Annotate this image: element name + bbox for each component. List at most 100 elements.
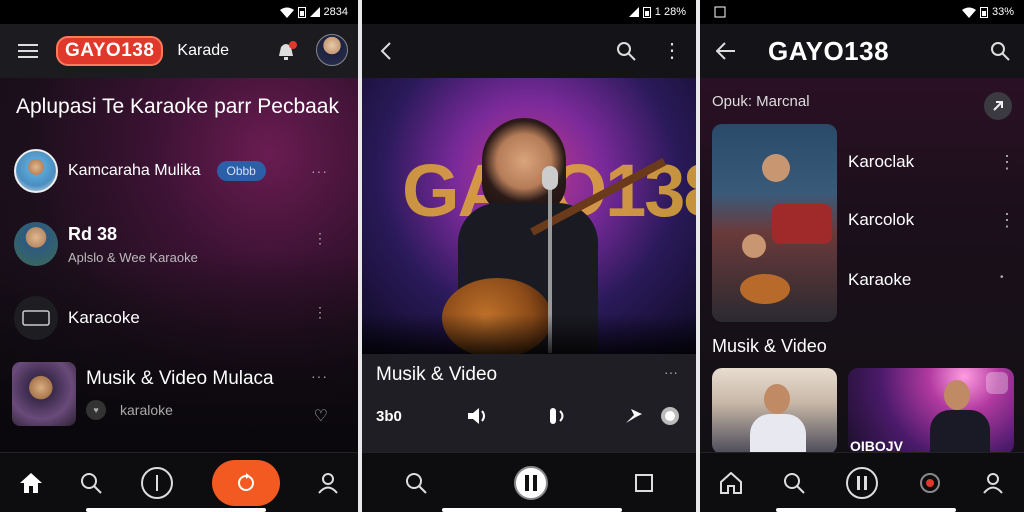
item-subtitle: karaloke — [120, 402, 173, 418]
list-item[interactable]: Musik & Video Mulaca ♥ karaloke ··· ♡ — [12, 362, 344, 426]
section-title: Opuk: Marcnal — [712, 93, 810, 110]
more-vert-icon[interactable]: ⋮ — [998, 152, 1016, 173]
refresh-icon — [237, 472, 254, 491]
battery-icon — [979, 7, 988, 18]
phone-home-screen: 2834 GAYO138 Karade Aplupasi Te Karaoke … — [0, 0, 358, 512]
search-icon[interactable] — [616, 41, 636, 61]
status-bar: 33% — [700, 0, 1024, 24]
section-title: Musik & Video — [712, 336, 827, 356]
record-icon[interactable] — [660, 406, 680, 426]
share-icon[interactable] — [624, 406, 644, 426]
item-text: Rd 38 Aplslo & Wee Karaoke — [68, 224, 198, 265]
mic-icon[interactable] — [548, 406, 570, 426]
refresh-button[interactable] — [211, 459, 280, 506]
band-thumbnail[interactable] — [712, 124, 837, 322]
thumb-badge[interactable] — [986, 372, 1008, 394]
more-horiz-icon[interactable]: ··· — [311, 368, 328, 384]
more-horiz-icon[interactable]: ··· — [311, 163, 328, 179]
microphone — [542, 166, 558, 190]
crowd-shadow — [362, 314, 696, 354]
more-vert-icon[interactable]: ⋮ — [662, 38, 682, 63]
search-icon[interactable] — [990, 41, 1010, 61]
section-title: Musik & Video — [376, 364, 498, 385]
wifi-icon — [279, 7, 294, 18]
list-item[interactable]: Kamcaraha Mulika Obbb ··· — [14, 149, 344, 193]
top-app-bar: GAYO138 — [700, 24, 1024, 78]
home-icon[interactable] — [19, 472, 43, 494]
status-bar: 2834 — [0, 0, 358, 24]
singer-head — [944, 380, 970, 410]
battery-icon — [297, 7, 306, 18]
item-thumbnail — [14, 222, 58, 266]
video-thumbnail[interactable]: OIBOJV — [848, 368, 1014, 454]
record-icon[interactable] — [919, 472, 941, 494]
home-icon[interactable] — [720, 471, 743, 494]
profile-icon[interactable] — [317, 472, 339, 494]
search-icon[interactable] — [783, 472, 805, 494]
play-pause-icon[interactable] — [140, 466, 174, 500]
home-indicator — [776, 508, 956, 512]
phone-player-screen: 1 28% ⋮ GAYO138 Musik & Video ··· 3b0 — [362, 0, 696, 512]
top-app-bar: ⋮ — [362, 24, 696, 78]
more-vert-icon[interactable]: ⋮ — [998, 210, 1016, 231]
status-icons: 2834 — [279, 6, 348, 18]
status-icons: 1 28% — [628, 6, 686, 18]
menu-icon[interactable] — [0, 24, 56, 78]
guitar-body — [740, 274, 790, 304]
item-text: Musik & Video Mulaca ♥ karaloke — [86, 368, 274, 420]
player-controls: Musik & Video ··· 3b0 — [362, 354, 696, 454]
item-title[interactable]: Karaoke — [848, 270, 911, 290]
bottom-nav — [0, 452, 358, 512]
signal-icon — [628, 7, 639, 17]
profile-icon[interactable] — [982, 472, 1004, 494]
back-arrow-icon[interactable] — [716, 42, 736, 60]
heart-icon[interactable]: ♥ — [86, 400, 106, 420]
item-title[interactable]: Karoclak — [848, 152, 914, 172]
item-title[interactable]: Karcolok — [848, 210, 914, 230]
phone-browse-screen: 33% GAYO138 Opuk: Marcnal Karoclak ⋮ Kar… — [700, 0, 1024, 512]
battery-icon — [642, 7, 651, 18]
list-item[interactable]: Karacoke ⋮ — [14, 296, 344, 340]
top-app-bar: GAYO138 Karade — [0, 24, 358, 78]
bell-icon[interactable] — [272, 38, 300, 64]
item-title: Musik & Video Mulaca — [86, 368, 274, 389]
more-vert-icon[interactable]: ⋮ — [313, 230, 328, 247]
item-thumbnail — [14, 149, 58, 193]
list-item[interactable]: Rd 38 Aplslo & Wee Karaoke ⋮ — [14, 222, 344, 266]
guitarist-head — [742, 234, 766, 258]
hero-image: GAYO138 — [362, 78, 696, 354]
avatar[interactable] — [316, 34, 348, 66]
rewind-label[interactable]: 3b0 — [376, 408, 402, 425]
speaker-shirt — [750, 414, 806, 454]
back-icon[interactable] — [380, 42, 392, 60]
page-title: Aplupasi Te Karaoke parr Pecbaak — [16, 95, 339, 118]
like-icon[interactable]: ♡ — [314, 406, 328, 426]
item-subtitle: Aplslo & Wee Karaoke — [68, 249, 198, 265]
search-icon[interactable] — [405, 472, 427, 494]
screen-icon — [14, 296, 58, 340]
item-title: Karacoke — [68, 308, 140, 327]
brand-logo: GAYO138 — [56, 36, 164, 66]
bottom-nav — [362, 452, 696, 512]
more-horiz-icon[interactable]: ··· — [664, 364, 678, 380]
wifi-icon — [961, 7, 976, 18]
volume-icon[interactable] — [466, 406, 490, 426]
bottom-nav — [700, 452, 1024, 512]
status-time: 1 28% — [654, 6, 686, 18]
search-icon[interactable] — [80, 472, 103, 494]
video-thumbnail[interactable] — [712, 368, 837, 454]
pause-icon[interactable] — [513, 465, 549, 501]
drum-kit — [772, 204, 832, 244]
speaker-head — [764, 384, 790, 414]
pause-icon[interactable] — [845, 466, 879, 500]
item-title: Rd 38 — [68, 223, 118, 244]
stop-icon[interactable] — [635, 473, 653, 492]
item-meta: ♥ karaloke — [86, 400, 274, 420]
status-bar: 1 28% — [362, 0, 696, 24]
app-screens: 2834 GAYO138 Karade Aplupasi Te Karaoke … — [0, 0, 1024, 512]
more-vert-icon[interactable]: ⋮ — [313, 304, 328, 321]
more-dot-icon[interactable]: • — [1000, 272, 1004, 283]
tab-label[interactable]: Karade — [177, 42, 229, 60]
home-indicator — [86, 508, 266, 512]
expand-button[interactable] — [984, 92, 1012, 120]
